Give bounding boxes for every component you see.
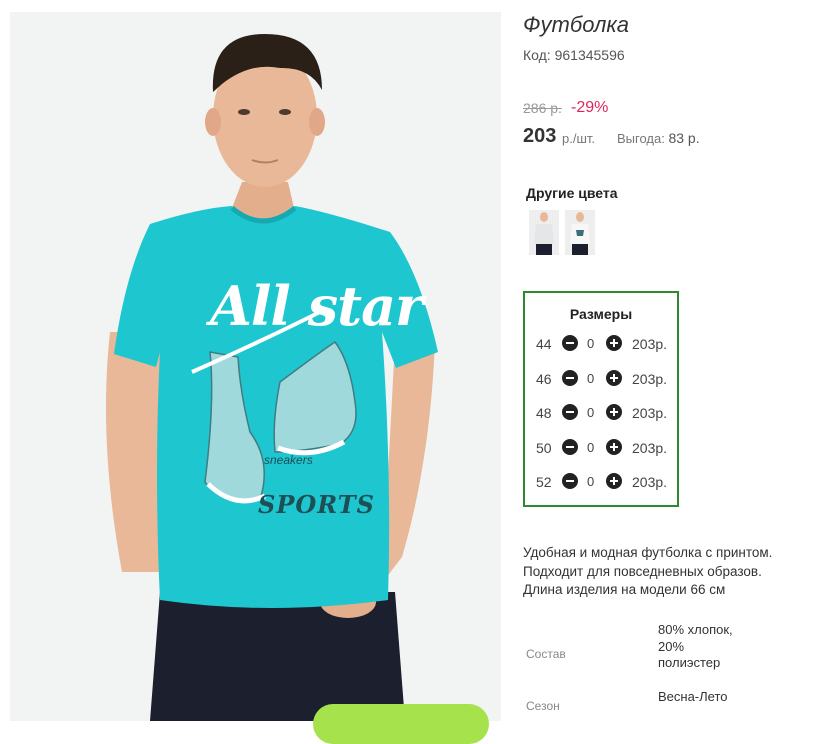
product-code: Код: 961345596	[523, 47, 625, 63]
size-row: 44 0 203р.	[525, 334, 677, 354]
current-price: 203	[523, 125, 557, 147]
color-swatch-thumbnail	[529, 210, 559, 255]
size-price: 203р.	[632, 474, 668, 490]
size-price: 203р.	[632, 440, 668, 456]
size-quantity: 0	[587, 440, 595, 455]
print-small-text: sneakers	[264, 453, 313, 467]
product-photo[interactable]: All star sneakers SPORTS	[10, 12, 501, 721]
minus-icon[interactable]	[562, 370, 578, 386]
minus-icon[interactable]	[562, 404, 578, 420]
old-price: 286 р.	[523, 100, 562, 116]
price-unit: р./шт.	[562, 131, 596, 146]
size-price: 203р.	[632, 371, 668, 387]
benefit-label: Выгода:	[617, 131, 665, 146]
color-swatch-thumbnail	[565, 210, 595, 255]
size-row: 50 0 203р.	[525, 438, 677, 458]
plus-icon[interactable]	[606, 439, 622, 455]
size-quantity: 0	[587, 371, 595, 386]
size-label: 50	[536, 440, 552, 456]
size-label: 52	[536, 474, 552, 490]
print-line2-text: SPORTS	[258, 490, 375, 519]
minus-icon[interactable]	[562, 335, 578, 351]
benefit: Выгода: 83 р.	[617, 130, 700, 146]
size-price: 203р.	[632, 405, 668, 421]
size-row: 52 0 203р.	[525, 472, 677, 492]
size-label: 46	[536, 371, 552, 387]
size-label: 44	[536, 336, 552, 352]
size-label: 48	[536, 405, 552, 421]
plus-icon[interactable]	[606, 335, 622, 351]
minus-icon[interactable]	[562, 439, 578, 455]
print-line1-text: All star	[210, 274, 424, 338]
size-row: 48 0 203р.	[525, 403, 677, 423]
benefit-value: 83 р.	[668, 130, 700, 146]
product-description: Удобная и модная футболка с принтом. Под…	[523, 545, 773, 597]
property-label-composition: Состав	[526, 647, 566, 661]
size-quantity: 0	[587, 336, 595, 351]
size-quantity: 0	[587, 474, 595, 489]
add-to-cart-button[interactable]	[313, 704, 489, 744]
size-row: 46 0 203р.	[525, 369, 677, 389]
other-colors-title: Другие цвета	[526, 185, 618, 201]
property-label-season: Сезон	[526, 699, 560, 713]
discount-badge: -29%	[571, 99, 609, 116]
model-tshirt-image	[10, 12, 501, 721]
sizes-box: Размеры 44 0 203р. 46 0 203р. 48 0 203р.…	[523, 291, 679, 507]
sizes-title: Размеры	[569, 306, 633, 322]
plus-icon[interactable]	[606, 404, 622, 420]
size-price: 203р.	[632, 336, 668, 352]
property-value-season: Весна-Лето	[658, 689, 728, 704]
color-swatch-1[interactable]	[529, 210, 559, 255]
size-quantity: 0	[587, 405, 595, 420]
property-value-composition: 80% хлопок, 20% полиэстер	[658, 622, 733, 670]
plus-icon[interactable]	[606, 473, 622, 489]
minus-icon[interactable]	[562, 473, 578, 489]
product-title: Футболка	[523, 12, 629, 37]
plus-icon[interactable]	[606, 370, 622, 386]
color-swatch-2[interactable]	[565, 210, 595, 255]
